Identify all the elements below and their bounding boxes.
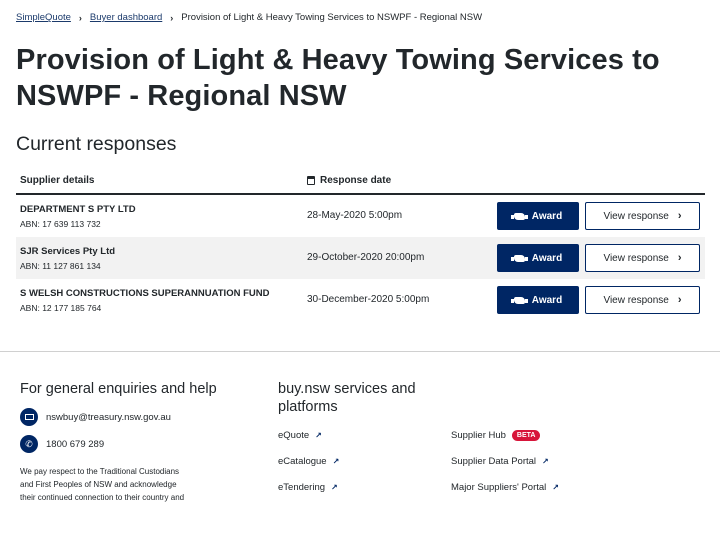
supplier-abn: ABN: 17 639 113 732: [20, 219, 101, 229]
table-row: SJR Services Pty Ltd ABN: 11 127 861 134…: [16, 237, 705, 279]
supplier-name: SJR Services Pty Ltd: [20, 246, 116, 257]
footer-email: nswbuy@treasury.nsw.gov.au: [20, 408, 220, 426]
supplier-abn: ABN: 12 177 185 764: [20, 303, 102, 313]
handshake-icon: [510, 254, 528, 262]
section-title: Current responses: [16, 133, 177, 155]
footer-link-label: Supplier Hub: [451, 430, 506, 441]
supplier-name: DEPARTMENT S PTY LTD: [20, 204, 136, 215]
table-header: Supplier details Response date: [16, 168, 705, 195]
supplier-name: S WELSH CONSTRUCTIONS SUPERANNUATION FUN…: [20, 288, 270, 299]
award-button[interactable]: Award: [497, 202, 579, 230]
response-date: 29-October-2020 20:00pm: [307, 252, 425, 263]
view-response-label: View response: [603, 294, 669, 306]
column-header-date-label: Response date: [320, 175, 392, 186]
footer-link-label: eTendering: [278, 482, 326, 493]
footer-enquiries-title: For general enquiries and help: [20, 381, 217, 397]
acknowledgement-text: We pay respect to the Traditional Custod…: [20, 467, 185, 502]
footer-enquiries: For general enquiries and help nswbuy@tr…: [20, 380, 220, 504]
footer-link-supplier-data-portal[interactable]: Supplier Data Portal ↗: [451, 456, 549, 467]
external-link-icon: ↗: [332, 457, 340, 466]
chevron-right-icon: ›: [677, 252, 682, 264]
column-header-supplier: Supplier details: [20, 175, 95, 186]
footer-link-label: Supplier Data Portal: [451, 456, 537, 467]
footer-email-link[interactable]: nswbuy@treasury.nsw.gov.au: [46, 412, 171, 423]
external-link-icon: ↗: [552, 483, 559, 492]
award-button-label: Award: [531, 210, 563, 222]
view-response-button[interactable]: View response ›: [585, 286, 700, 314]
footer-phone: ✆ 1800 679 289: [20, 435, 220, 453]
phone-icon: ✆: [20, 435, 38, 453]
beta-badge: BETA: [511, 430, 541, 441]
breadcrumb-separator: ›: [170, 12, 174, 23]
breadcrumb: SimpleQuote › Buyer dashboard › Provisio…: [16, 12, 482, 23]
breadcrumb-current: Provision of Light & Heavy Towing Servic…: [181, 12, 483, 23]
chevron-right-icon: ›: [677, 210, 682, 222]
footer-link-equote[interactable]: eQuote ↗: [278, 430, 322, 441]
responses-table: Supplier details Response date DEPARTMEN…: [16, 168, 705, 321]
footer-link-etendering[interactable]: eTendering ↗: [278, 482, 338, 493]
footer-link-label: eQuote: [278, 430, 310, 441]
chevron-right-icon: ›: [677, 294, 682, 306]
footer-phone-link[interactable]: 1800 679 289: [46, 439, 104, 450]
supplier-abn: ABN: 11 127 861 134: [20, 261, 101, 271]
footer-link-label: Major Suppliers' Portal: [451, 482, 547, 493]
breadcrumb-buyer-dashboard-link[interactable]: Buyer dashboard: [90, 12, 162, 23]
award-button[interactable]: Award: [497, 286, 579, 314]
award-button[interactable]: Award: [497, 244, 579, 272]
footer-services: buy.nsw services and platforms: [278, 380, 478, 416]
view-response-button[interactable]: View response ›: [585, 244, 700, 272]
handshake-icon: [510, 212, 528, 220]
table-row: S WELSH CONSTRUCTIONS SUPERANNUATION FUN…: [16, 279, 705, 321]
external-link-icon: ↗: [331, 483, 338, 492]
table-row: DEPARTMENT S PTY LTD ABN: 17 639 113 732…: [16, 195, 705, 237]
footer-link-label: eCatalogue: [278, 456, 327, 467]
award-button-label: Award: [531, 252, 563, 264]
response-date: 30-December-2020 5:00pm: [307, 294, 430, 305]
footer-link-major-suppliers-portal[interactable]: Major Suppliers' Portal ↗: [451, 482, 559, 493]
footer-services-title: buy.nsw services and platforms: [278, 381, 416, 415]
footer-divider: [0, 351, 720, 352]
breadcrumb-separator: ›: [78, 12, 82, 23]
response-date: 28-May-2020 5:00pm: [307, 210, 403, 221]
breadcrumb-simplequote-link[interactable]: SimpleQuote: [16, 12, 71, 23]
view-response-label: View response: [603, 210, 669, 222]
column-header-date: Response date: [307, 175, 391, 186]
view-response-label: View response: [603, 252, 669, 264]
footer-link-ecatalogue[interactable]: eCatalogue ↗: [278, 456, 339, 467]
external-link-icon: ↗: [542, 457, 549, 466]
view-response-button[interactable]: View response ›: [585, 202, 700, 230]
handshake-icon: [510, 296, 528, 304]
external-link-icon: ↗: [315, 431, 322, 440]
award-button-label: Award: [531, 294, 563, 306]
email-icon: [20, 408, 38, 426]
page-title: Provision of Light & Heavy Towing Servic…: [16, 44, 660, 112]
calendar-icon: [307, 176, 315, 185]
footer-link-supplier-hub[interactable]: Supplier Hub BETA: [451, 430, 541, 441]
